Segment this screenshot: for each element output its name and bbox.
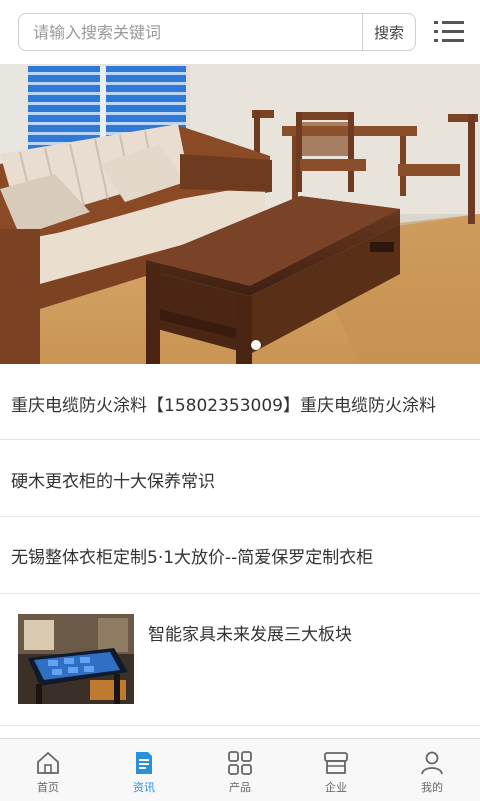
banner-image — [0, 64, 480, 364]
news-thumbnail[interactable] — [18, 614, 134, 704]
user-icon — [421, 751, 443, 775]
store-icon — [324, 752, 348, 774]
tab-label: 资讯 — [133, 781, 155, 794]
tab-company[interactable]: 企业 — [288, 739, 384, 801]
tab-label: 企业 — [325, 781, 347, 794]
news-title: 智能家具未来发展三大板块 — [148, 625, 352, 645]
search-button[interactable]: 搜索 — [362, 14, 415, 50]
tab-home[interactable]: 首页 — [0, 739, 96, 801]
news-icon — [136, 752, 152, 774]
list-item[interactable]: 重庆电缆防火涂料【15802353009】重庆电缆防火涂料 — [0, 364, 480, 440]
grid-icon — [228, 751, 252, 775]
news-title: 硬木更衣柜的十大保养常识 — [11, 472, 215, 492]
bottom-tab-bar: 首页 资讯 产品 企业 我的 — [0, 738, 480, 801]
list-item[interactable]: 无锡整体衣柜定制5·1大放价--简爱保罗定制衣柜 — [0, 517, 480, 594]
tab-news[interactable]: 资讯 — [96, 739, 192, 801]
list-menu-icon[interactable] — [434, 18, 464, 46]
tab-products[interactable]: 产品 — [192, 739, 288, 801]
search-input[interactable] — [19, 21, 362, 43]
news-title: 无锡整体衣柜定制5·1大放价--简爱保罗定制衣柜 — [11, 548, 374, 568]
carousel-dot-active[interactable] — [251, 340, 261, 350]
header: 搜索 — [0, 0, 480, 65]
news-thumbnail-image — [18, 614, 134, 704]
news-title: 重庆电缆防火涂料【15802353009】重庆电缆防火涂料 — [11, 396, 436, 416]
list-item[interactable]: 硬木更衣柜的十大保养常识 — [0, 440, 480, 517]
tab-label: 产品 — [229, 781, 251, 794]
tab-label: 我的 — [421, 781, 443, 794]
search-bar: 搜索 — [18, 13, 416, 51]
home-icon — [37, 752, 59, 774]
tab-profile[interactable]: 我的 — [384, 739, 480, 801]
banner-carousel[interactable] — [0, 64, 480, 364]
tab-label: 首页 — [37, 781, 59, 794]
